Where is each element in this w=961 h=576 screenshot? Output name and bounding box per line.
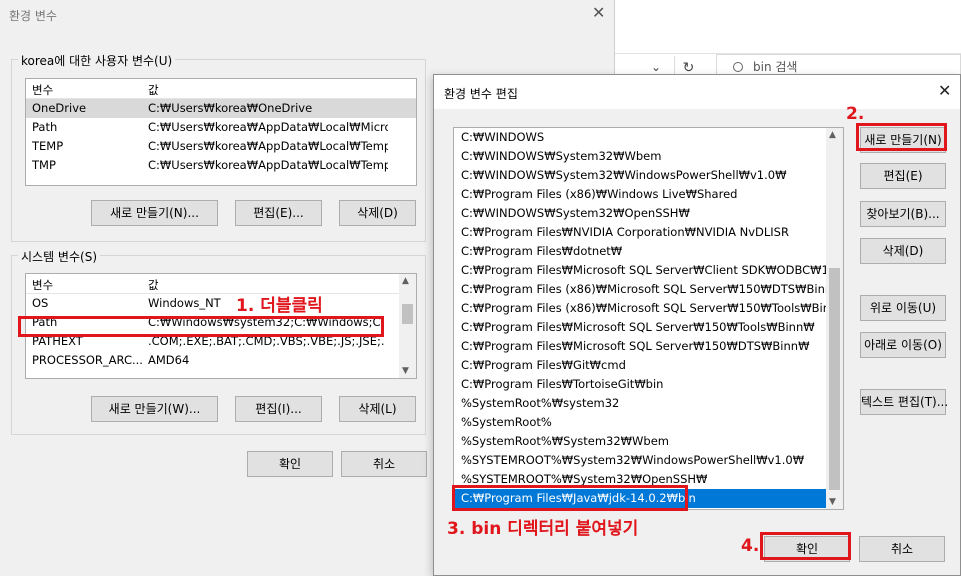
ok-button-highlight-box: [760, 532, 851, 560]
path-entries-list[interactable]: C:₩WINDOWS C:₩WINDOWS₩System32₩Wbem C:₩W…: [453, 127, 844, 510]
var-name: Path: [32, 120, 58, 134]
scroll-down-icon[interactable]: ▼: [829, 497, 836, 507]
list-item[interactable]: C:₩Program Files₩NVIDIA Corporation₩NVID…: [454, 223, 826, 242]
history-chevron-icon[interactable]: ⌄: [651, 60, 661, 74]
list-item[interactable]: C:₩Program Files₩TortoiseGit₩bin: [454, 375, 826, 394]
list-item[interactable]: OneDrive C:₩Users₩korea₩OneDrive: [26, 99, 416, 118]
cancel-button[interactable]: 취소: [341, 451, 427, 477]
list-item[interactable]: PROCESSOR_ARC... AMD64: [26, 351, 416, 370]
step3-annotation: 3. bin 디렉터리 붙여넣기: [447, 519, 639, 539]
list-item[interactable]: OS Windows_NT: [26, 294, 416, 313]
var-value: AMD64: [148, 353, 190, 367]
edit-titlebar: 환경 변수 편집 ✕: [434, 75, 960, 109]
user-edit-button[interactable]: 편집(E)...: [235, 200, 322, 226]
list-header: 변수 값: [26, 274, 416, 294]
search-placeholder: bin 검색: [753, 60, 798, 74]
var-name: TEMP: [32, 139, 64, 153]
header-variable[interactable]: 변수: [32, 82, 142, 98]
search-icon: [733, 62, 743, 72]
edit-text-button[interactable]: 텍스트 편집(T)...: [860, 389, 948, 415]
scroll-thumb[interactable]: [402, 304, 413, 324]
ok-button[interactable]: 확인: [247, 451, 333, 477]
system-edit-button[interactable]: 편집(I)...: [235, 396, 322, 422]
list-item[interactable]: C:₩Program Files₩dotnet₩: [454, 242, 826, 261]
list-item[interactable]: C:₩Program Files₩Microsoft SQL Server₩Cl…: [454, 261, 826, 280]
var-name: PROCESSOR_ARC...: [32, 353, 142, 367]
scroll-down-icon[interactable]: ▼: [402, 366, 409, 376]
system-delete-button[interactable]: 삭제(L): [339, 396, 416, 422]
list-item[interactable]: C:₩Program Files (x86)₩Microsoft SQL Ser…: [454, 299, 826, 318]
cancel-button[interactable]: 취소: [859, 536, 945, 562]
path-highlight-box: [18, 316, 384, 337]
close-icon[interactable]: ✕: [592, 3, 605, 22]
list-item[interactable]: C:₩Program Files₩Git₩cmd: [454, 356, 826, 375]
list-item[interactable]: TEMP C:₩Users₩korea₩AppData₩Local₩Temp: [26, 137, 416, 156]
path-list-scrollbar[interactable]: ▲ ▼: [826, 128, 843, 509]
list-item[interactable]: %SystemRoot%₩System32₩Wbem: [454, 432, 826, 451]
user-variables-label: korea에 대한 사용자 변수(U): [18, 52, 176, 69]
close-icon[interactable]: ✕: [938, 81, 951, 100]
user-delete-button[interactable]: 삭제(D): [339, 200, 416, 226]
step1-annotation: 1. 더블클릭: [236, 296, 323, 316]
var-value: C:₩Users₩korea₩AppData₩Local₩Temp: [148, 158, 388, 172]
var-name: OneDrive: [32, 101, 87, 115]
var-value: C:₩Users₩korea₩AppData₩Local₩Temp: [148, 139, 388, 153]
move-down-button[interactable]: 아래로 이동(O): [860, 332, 946, 358]
edit-entry-button[interactable]: 편집(E): [860, 163, 946, 189]
var-name: OS: [32, 296, 49, 310]
step2-annotation: 2.: [846, 104, 865, 124]
list-header: 변수 값: [26, 79, 416, 99]
list-item[interactable]: C:₩WINDOWS: [454, 128, 826, 147]
list-item[interactable]: C:₩Program Files (x86)₩Windows Live₩Shar…: [454, 185, 826, 204]
list-item[interactable]: C:₩WINDOWS₩System32₩Wbem: [454, 147, 826, 166]
list-item[interactable]: C:₩Program Files₩Microsoft SQL Server₩15…: [454, 337, 826, 356]
var-name: TMP: [32, 158, 56, 172]
header-variable[interactable]: 변수: [32, 277, 142, 293]
user-variables-group: korea에 대한 사용자 변수(U) 변수 값 OneDrive C:₩User…: [11, 52, 426, 242]
list-item[interactable]: TMP C:₩Users₩korea₩AppData₩Local₩Temp: [26, 156, 416, 175]
system-variables-label: 시스템 변수(S): [18, 248, 100, 265]
system-variables-group: 시스템 변수(S) 변수 값 OS Windows_NT Path C:₩Windo…: [11, 248, 426, 435]
step4-annotation: 4.: [741, 536, 760, 556]
scroll-up-icon[interactable]: ▲: [829, 130, 836, 140]
move-up-button[interactable]: 위로 이동(U): [860, 295, 946, 321]
list-item[interactable]: C:₩Program Files₩Microsoft SQL Server₩15…: [454, 318, 826, 337]
var-value: C:₩Users₩korea₩AppData₩Local₩Microso...: [148, 120, 388, 134]
list-item[interactable]: Path C:₩Users₩korea₩AppData₩Local₩Microso…: [26, 118, 416, 137]
delete-entry-button[interactable]: 삭제(D): [860, 238, 946, 264]
list-item[interactable]: %SystemRoot%: [454, 413, 826, 432]
var-value: C:₩Users₩korea₩OneDrive: [148, 101, 313, 115]
edit-dialog-title: 환경 변수 편집: [444, 87, 518, 101]
list-item[interactable]: C:₩Program Files (x86)₩Microsoft SQL Ser…: [454, 280, 826, 299]
system-list-scrollbar[interactable]: ▲ ▼: [399, 274, 416, 378]
list-item[interactable]: C:₩WINDOWS₩System32₩OpenSSH₩: [454, 204, 826, 223]
list-item[interactable]: %SYSTEMROOT%₩System32₩WindowsPowerShell₩…: [454, 451, 826, 470]
list-item[interactable]: C:₩WINDOWS₩System32₩WindowsPowerShell₩v1…: [454, 166, 826, 185]
dialog-title: 환경 변수: [9, 9, 57, 23]
scroll-up-icon[interactable]: ▲: [402, 276, 409, 286]
new-button-highlight-box: [856, 123, 947, 151]
scroll-thumb[interactable]: [829, 268, 840, 490]
system-new-button[interactable]: 새로 만들기(W)...: [91, 396, 218, 422]
user-new-button[interactable]: 새로 만들기(N)...: [91, 200, 218, 226]
list-item[interactable]: %SystemRoot%₩system32: [454, 394, 826, 413]
jdk-entry-highlight-box: [452, 485, 688, 511]
browse-button[interactable]: 찾아보기(B)...: [860, 201, 946, 227]
header-value[interactable]: 값: [148, 82, 388, 98]
user-variables-list[interactable]: 변수 값 OneDrive C:₩Users₩korea₩OneDrive Pat…: [25, 78, 417, 186]
